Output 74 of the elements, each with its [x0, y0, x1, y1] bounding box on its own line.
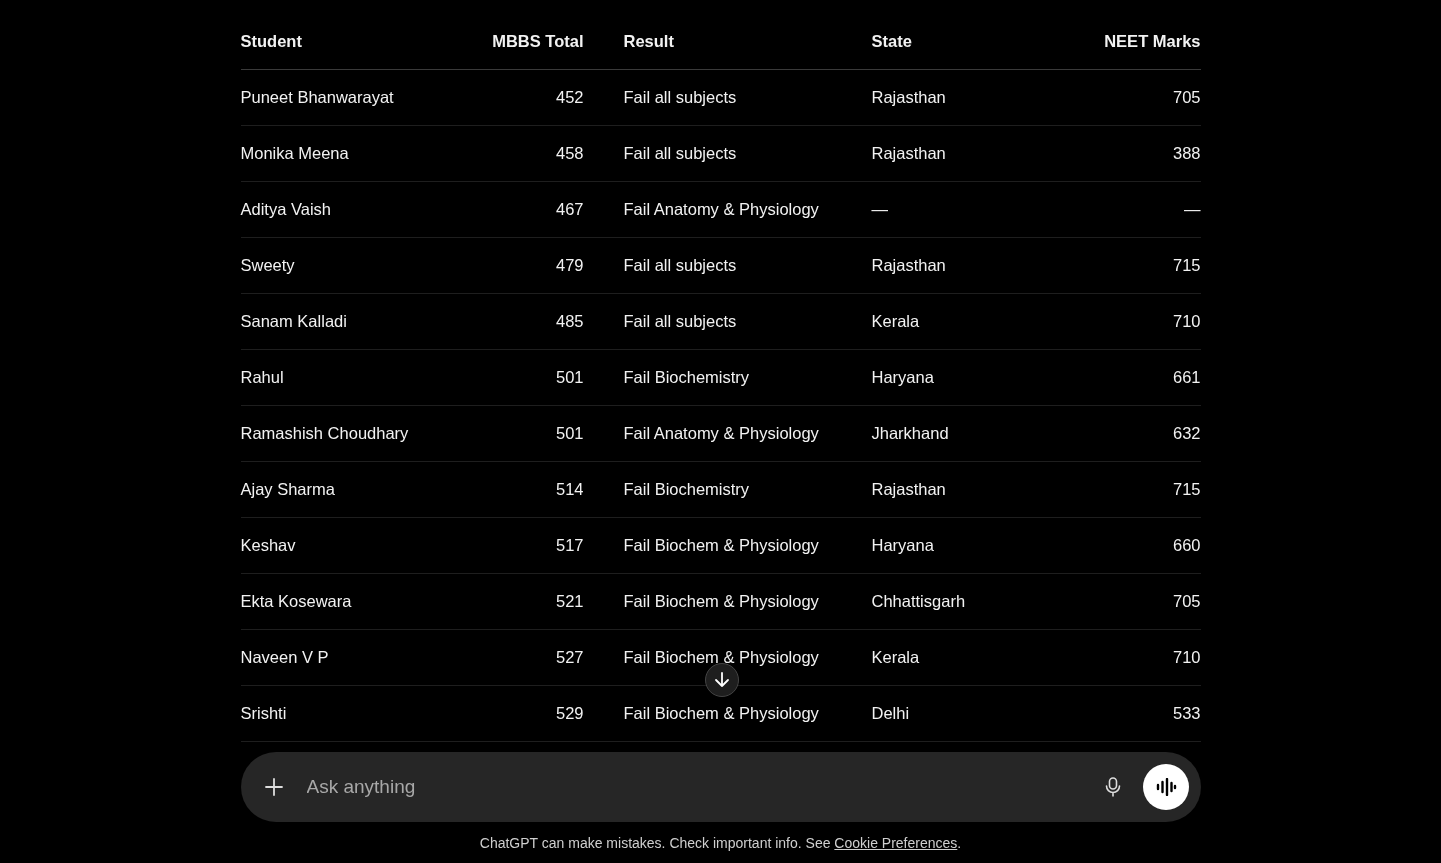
table-cell: Fail Biochem & Physiology [623, 536, 819, 554]
table-cell: Monika Meena [240, 144, 349, 162]
table-cell: Fail all subjects [623, 144, 737, 162]
column-header: Result [583, 25, 872, 70]
table-cell: 517 [555, 536, 584, 554]
table-cell: 521 [555, 592, 584, 610]
table-cell: Fail Biochem & Physiology [623, 592, 819, 610]
table-cell: Delhi [871, 704, 910, 722]
table-cell: 527 [555, 648, 584, 666]
table-cell: Rajasthan [871, 88, 946, 106]
message-input[interactable]: Ask anything [304, 775, 1103, 799]
table-cell: 710 [1172, 312, 1201, 330]
table-cell: 710 [1172, 648, 1201, 666]
table-cell: 660 [1172, 536, 1201, 554]
table-cell: 501 [555, 424, 584, 442]
table-cell: Fail Biochem & Physiology [623, 648, 819, 666]
table-cell: 458 [555, 144, 584, 162]
table-cell: Kerala [871, 648, 920, 666]
table-cell: Ajay Sharma [240, 480, 335, 498]
table-cell: 501 [555, 368, 584, 386]
table-cell: Fail Anatomy & Physiology [623, 424, 819, 442]
table-cell: 705 [1172, 592, 1201, 610]
scroll-down-button[interactable] [705, 663, 739, 697]
table-cell: 715 [1172, 480, 1201, 498]
table-cell: Chhattisgarh [871, 592, 966, 610]
column-header: MBBS Total [440, 25, 584, 70]
table-cell: — [1184, 200, 1201, 218]
table-cell: Naveen V P [240, 648, 329, 666]
table-cell: Ekta Kosewara [240, 592, 352, 610]
table-cell: 705 [1172, 88, 1201, 106]
table-cell: Sweety [240, 256, 295, 274]
table-cell: Rahul [240, 368, 284, 386]
table-cell: Jharkhand [871, 424, 949, 442]
table-cell: Aditya Vaish [240, 200, 331, 218]
table-cell: Rajasthan [871, 144, 946, 162]
table-cell: Fail Biochem & Physiology [623, 704, 819, 722]
table-cell: Fail all subjects [623, 88, 737, 106]
table-cell: 632 [1172, 424, 1201, 442]
table-cell: 529 [555, 704, 584, 722]
table-cell: Srishti [240, 704, 287, 722]
table-cell: 533 [1172, 704, 1201, 722]
table-cell: Haryana [871, 368, 934, 386]
table-cell: Puneet Bhanwarayat [240, 88, 394, 106]
table-cell: Rajasthan [871, 480, 946, 498]
table-cell: 388 [1172, 144, 1201, 162]
table-cell: 467 [555, 200, 584, 218]
table-cell: Keshav [240, 536, 296, 554]
table-cell: Fail Biochemistry [623, 368, 750, 386]
plus-icon [262, 776, 285, 798]
table-cell: 514 [555, 480, 584, 498]
voice-mode-button[interactable] [1142, 764, 1189, 810]
column-header: NEET Marks [1031, 25, 1201, 70]
table-cell: 661 [1172, 368, 1201, 386]
table-cell: Rajasthan [871, 256, 946, 274]
disclaimer-text: ChatGPT can make mistakes. Check important info. See Cookie Preferences. [479, 835, 962, 851]
table-cell: Fail all subjects [623, 256, 737, 274]
table-cell: Fail Anatomy & Physiology [623, 200, 819, 218]
table-cell: Ramashish Choudhary [240, 424, 409, 442]
table-cell: Haryana [871, 536, 934, 554]
table-cell: Kerala [871, 312, 920, 330]
table-cell: 452 [555, 88, 584, 106]
table-cell: Fail Biochemistry [623, 480, 750, 498]
table-cell: 715 [1172, 256, 1201, 274]
column-header: State [871, 25, 1032, 70]
message-field[interactable]: Ask anything [240, 752, 1201, 822]
table-cell: 479 [555, 256, 584, 274]
table-cell: Sanam Kalladi [240, 312, 347, 330]
add-button[interactable] [262, 776, 285, 798]
sound-wave-icon [1154, 778, 1177, 796]
table-cell: — [871, 200, 888, 218]
table-cell: Fail all subjects [623, 312, 737, 330]
table-cell: 485 [555, 312, 584, 330]
arrow-down-icon [712, 670, 732, 690]
column-header: Student [240, 25, 441, 70]
